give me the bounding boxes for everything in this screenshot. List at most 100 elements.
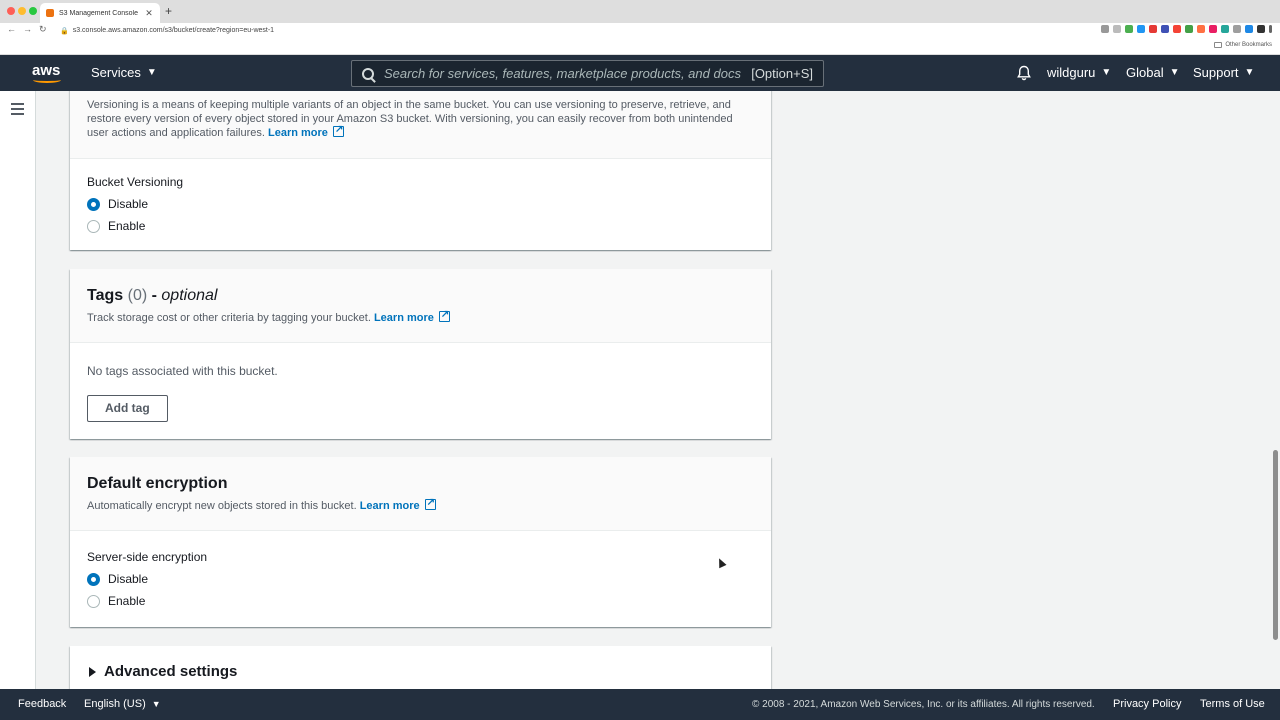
tags-panel-header: Tags (0) - optional Track storage cost o… (70, 269, 771, 343)
side-navigation-rail (0, 91, 36, 689)
extension-icon[interactable] (1245, 25, 1253, 33)
tags-count: (0) (127, 287, 148, 304)
copyright-text: © 2008 - 2021, Amazon Web Services, Inc.… (752, 699, 1095, 710)
encryption-enable-label: Enable (108, 594, 146, 608)
services-menu[interactable]: Services ▼ (91, 65, 157, 80)
browser-toolbar: ← → ↻ 🔒 s3.console.aws.amazon.com/s3/buc… (0, 23, 1280, 38)
external-link-icon (438, 308, 450, 322)
address-bar[interactable]: 🔒 s3.console.aws.amazon.com/s3/bucket/cr… (60, 24, 970, 37)
window-maximize-button[interactable] (29, 7, 37, 15)
extension-icon[interactable] (1161, 25, 1169, 33)
global-search[interactable]: [Option+S] (351, 60, 824, 87)
tags-description: Track storage cost or other criteria by … (87, 308, 754, 325)
search-icon (362, 67, 374, 80)
forward-icon[interactable]: → (23, 24, 32, 34)
search-shortcut: [Option+S] (751, 66, 813, 81)
versioning-description: Versioning is a means of keeping multipl… (87, 98, 754, 140)
tags-optional: optional (161, 287, 218, 304)
versioning-learn-more-link[interactable]: Learn more (268, 123, 344, 139)
bucket-versioning-label: Bucket Versioning (87, 175, 184, 189)
radio-checked-icon[interactable] (87, 572, 100, 586)
extensions-bar (1101, 25, 1272, 33)
versioning-disable-option[interactable]: Disable (87, 193, 754, 215)
tags-title: Tags (0) - optional (87, 287, 218, 304)
extension-icon[interactable] (1173, 25, 1181, 33)
encryption-description: Automatically encrypt new objects stored… (87, 496, 754, 513)
versioning-disable-label: Disable (108, 197, 149, 211)
notifications-bell-icon[interactable] (1016, 65, 1032, 81)
other-bookmarks-label: Other Bookmarks (1225, 42, 1272, 48)
versioning-panel: Versioning is a means of keeping multipl… (70, 91, 771, 250)
extension-icon[interactable] (1209, 25, 1217, 33)
caret-down-icon: ▼ (1169, 67, 1180, 78)
other-bookmarks[interactable]: Other Bookmarks (1214, 42, 1272, 48)
extension-icon[interactable] (1185, 25, 1193, 33)
bookmarks-bar: Other Bookmarks (0, 38, 1280, 55)
radio-unchecked-icon[interactable] (87, 219, 100, 233)
encryption-disable-option[interactable]: Disable (87, 568, 754, 590)
main-content: Versioning is a means of keeping multipl… (36, 91, 1266, 689)
encryption-title: Default encryption (87, 475, 228, 492)
region-menu[interactable]: Global ▼ (1126, 65, 1179, 80)
language-selector[interactable]: English (US) ▼ (84, 698, 161, 710)
versioning-enable-option[interactable]: Enable (87, 215, 754, 237)
folder-icon (1214, 42, 1223, 48)
hamburger-menu-icon[interactable] (11, 103, 24, 115)
tab-title: S3 Management Console (59, 9, 138, 17)
versioning-panel-header: Versioning is a means of keeping multipl… (70, 91, 771, 159)
scrollbar-thumb[interactable] (1273, 450, 1278, 640)
versioning-panel-body: Bucket Versioning Disable Enable (70, 159, 771, 237)
caret-down-icon: ▼ (151, 699, 161, 709)
advanced-settings-toggle[interactable]: Advanced settings (70, 646, 771, 680)
encryption-panel-body: Server-side encryption Disable Enable (70, 531, 771, 612)
feedback-link[interactable]: Feedback (18, 698, 66, 710)
radio-unchecked-icon[interactable] (87, 594, 100, 608)
window-minimize-button[interactable] (18, 7, 26, 15)
s3-favicon-icon (46, 9, 54, 17)
encryption-learn-more-link[interactable]: Learn more (360, 496, 436, 512)
encryption-panel-header: Default encryption Automatically encrypt… (70, 457, 771, 531)
extensions-puzzle-icon[interactable] (1257, 25, 1265, 33)
advanced-settings-title: Advanced settings (104, 663, 238, 680)
url-text: s3.console.aws.amazon.com/s3/bucket/crea… (72, 27, 275, 34)
extension-icon[interactable] (1197, 25, 1205, 33)
encryption-enable-option[interactable]: Enable (87, 590, 754, 612)
encryption-panel: Default encryption Automatically encrypt… (70, 457, 771, 627)
caret-down-icon: ▼ (146, 67, 157, 78)
tags-panel-body: No tags associated with this bucket. Add… (70, 343, 771, 422)
browser-tab[interactable]: S3 Management Console ✕ (40, 3, 160, 23)
language-label: English (US) (84, 698, 146, 710)
extension-icon[interactable] (1221, 25, 1229, 33)
support-menu[interactable]: Support ▼ (1193, 65, 1254, 80)
extension-icon[interactable] (1125, 25, 1133, 33)
aws-logo[interactable]: aws (32, 62, 64, 84)
extension-icon[interactable] (1149, 25, 1157, 33)
radio-checked-icon[interactable] (87, 197, 100, 211)
browser-menu-icon[interactable] (1269, 25, 1272, 33)
encryption-disable-label: Disable (108, 572, 149, 586)
account-menu[interactable]: wildguru ▼ (1047, 65, 1111, 80)
lock-icon: 🔒 (60, 27, 69, 35)
zoom-icon[interactable] (1101, 25, 1109, 33)
search-input[interactable] (384, 66, 752, 81)
tab-close-icon[interactable]: ✕ (144, 8, 154, 19)
aws-top-nav: aws Services ▼ [Option+S] wildguru ▼ Glo… (0, 55, 1280, 91)
new-tab-button[interactable]: + (165, 4, 172, 18)
extension-icon[interactable] (1233, 25, 1241, 33)
terms-of-use-link[interactable]: Terms of Use (1200, 698, 1265, 710)
reload-icon[interactable]: ↻ (39, 24, 47, 35)
privacy-policy-link[interactable]: Privacy Policy (1113, 698, 1181, 710)
tags-panel: Tags (0) - optional Track storage cost o… (70, 269, 771, 439)
external-link-icon (332, 123, 344, 137)
versioning-enable-label: Enable (108, 219, 146, 233)
window-close-button[interactable] (7, 7, 15, 15)
support-label: Support (1193, 65, 1239, 80)
bookmark-star-icon[interactable] (1113, 25, 1121, 33)
add-tag-button[interactable]: Add tag (87, 395, 168, 422)
tags-learn-more-link[interactable]: Learn more (374, 308, 450, 324)
back-icon[interactable]: ← (7, 24, 16, 34)
caret-down-icon: ▼ (1101, 67, 1112, 78)
external-link-icon (424, 496, 436, 510)
page-scrollbar[interactable] (1266, 91, 1280, 689)
extension-icon[interactable] (1137, 25, 1145, 33)
